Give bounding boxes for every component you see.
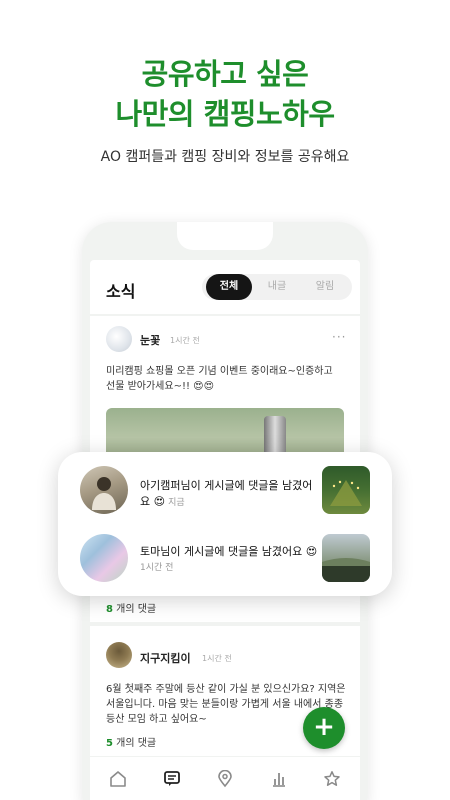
tab-my-posts[interactable]: 내글: [254, 274, 300, 300]
feed-title: 소식: [106, 282, 136, 301]
new-post-button[interactable]: +: [303, 707, 345, 749]
post-author[interactable]: 눈꽃: [140, 332, 160, 348]
notification-time: 1시간 전: [140, 563, 174, 573]
comment-count: 5: [106, 738, 113, 749]
post-time: 1시간 전: [202, 654, 232, 663]
avatar[interactable]: [106, 326, 132, 352]
comment-count: 8: [106, 604, 113, 615]
feed-header: 소식 전체 내글 알림: [90, 260, 360, 314]
home-icon[interactable]: [109, 770, 127, 788]
avatar[interactable]: [106, 642, 132, 668]
post-comment-count[interactable]: 5 개의 댓글: [106, 734, 156, 749]
bar-chart-icon[interactable]: [270, 770, 288, 788]
notification-thumbnail[interactable]: [322, 466, 370, 514]
notification-thumbnail[interactable]: [322, 534, 370, 582]
comment-suffix: 개의 댓글: [116, 738, 157, 749]
comment-suffix: 개의 댓글: [116, 604, 157, 615]
feed-tabs: 전체 내글 알림: [202, 274, 352, 300]
promo-subtitle: AO 캠퍼들과 캠핑 장비와 정보를 공유해요: [100, 149, 350, 165]
post-time: 1시간 전: [170, 336, 200, 345]
star-icon[interactable]: [323, 770, 341, 788]
tent-lights-image: [330, 480, 362, 506]
post-author[interactable]: 지구지킴이: [140, 650, 191, 666]
location-pin-icon[interactable]: [216, 770, 234, 788]
camper-person-icon: [92, 477, 116, 510]
notification-time: 지금: [168, 498, 185, 508]
phone-notch: [177, 222, 273, 250]
avatar[interactable]: [80, 534, 128, 582]
promo-headline-line2: 나만의 캠핑노하우: [115, 97, 335, 131]
promo-headline-line1: 공유하고 싶은: [141, 57, 309, 91]
tab-notifications[interactable]: 알림: [302, 274, 348, 300]
camp-view-image: [322, 558, 370, 582]
post-text: 미리캠핑 쇼핑몰 오픈 기념 이벤트 중이래요~인증하고 선물 받아가세요~!!…: [106, 366, 333, 392]
notification-item[interactable]: 토마님이 게시글에 댓글을 남겼어요 😍 1시간 전: [140, 544, 322, 576]
more-options-icon[interactable]: ···: [332, 330, 346, 344]
bottom-tab-bar: [90, 757, 360, 800]
chat-icon[interactable]: [163, 770, 181, 788]
notification-popup: 아기캠퍼님이 게시글에 댓글을 남겼어요 😍 지금 토마님이 게시글에 댓글을 남…: [58, 452, 392, 596]
camping-kettle-image: [264, 416, 286, 456]
avatar[interactable]: [80, 466, 128, 514]
notification-message: 토마님이 게시글에 댓글을 남겼어요 😍: [140, 545, 318, 558]
promo-headline: 공유하고 싶은 나만의 캠핑노하우: [0, 54, 450, 134]
tab-all[interactable]: 전체: [206, 274, 252, 300]
notification-item[interactable]: 아기캠퍼님이 게시글에 댓글을 남겼어요 😍 지금: [140, 478, 322, 511]
notification-message: 아기캠퍼님이 게시글에 댓글을 남겼어요 😍: [140, 479, 313, 508]
post-comment-count[interactable]: 8 개의 댓글: [106, 600, 156, 615]
